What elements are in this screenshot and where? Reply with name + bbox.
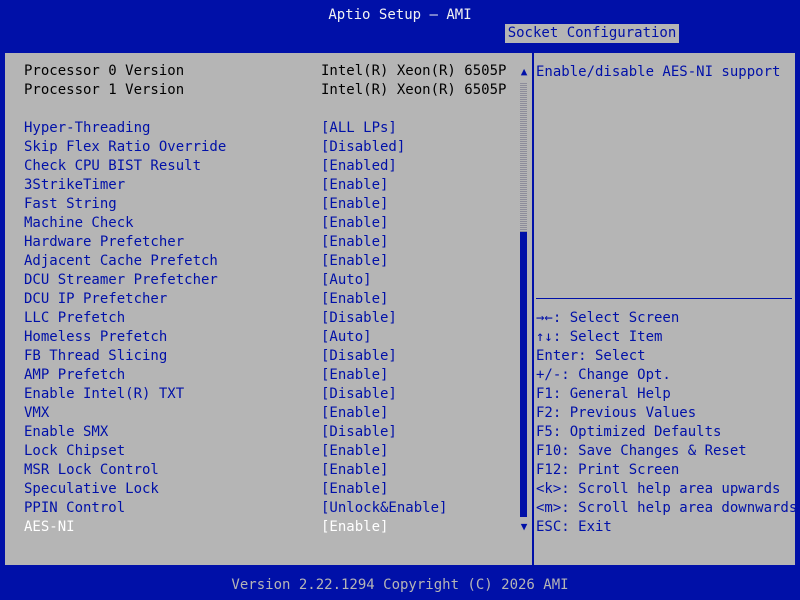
scroll-up-arrow-icon[interactable]: ▲ (519, 65, 529, 79)
setting-row[interactable]: 3StrikeTimer [Enable] (24, 176, 524, 195)
setting-value[interactable]: [Disable] (321, 309, 397, 328)
key-hint: F2: Previous Values (536, 405, 697, 421)
setting-row[interactable]: Fast String [Enable] (24, 195, 524, 214)
setting-label: DCU Streamer Prefetcher (24, 272, 218, 288)
setting-label: Processor 0 Version (24, 63, 185, 79)
setting-value[interactable]: [Enable] (321, 195, 388, 214)
setting-value[interactable]: [Disable] (321, 423, 397, 442)
setting-row[interactable]: Enable Intel(R) TXT [Disable] (24, 385, 524, 404)
setting-value: Intel(R) Xeon(R) 6505P (321, 82, 507, 98)
setting-value[interactable]: [Enable] (321, 252, 388, 271)
footer-bar: Version 2.22.1294 Copyright (C) 2026 AMI (0, 575, 800, 600)
setting-label: AMP Prefetch (24, 367, 126, 383)
setting-row[interactable]: FB Thread Slicing [Disable] (24, 347, 524, 366)
setting-row[interactable]: Enable SMX [Disable] (24, 423, 524, 442)
setting-label: AES-NI (24, 519, 75, 535)
setting-row[interactable]: DCU Streamer Prefetcher [Auto] (24, 271, 524, 290)
setting-label: MSR Lock Control (24, 462, 159, 478)
setting-value[interactable]: [Enable] (321, 480, 388, 499)
setting-row[interactable]: LLC Prefetch [Disable] (24, 309, 524, 328)
setting-value[interactable]: [Enable] (321, 366, 388, 385)
setting-value[interactable]: [Auto] (321, 271, 372, 290)
setting-row[interactable]: Check CPU BIST Result [Enabled] (24, 157, 524, 176)
key-hint: F10: Save Changes & Reset (536, 443, 747, 459)
setting-value[interactable]: [ALL LPs] (321, 119, 397, 138)
key-hint: +/-: Change Opt. (536, 367, 671, 383)
setting-label: FB Thread Slicing (24, 348, 168, 364)
version-text: Version 2.22.1294 Copyright (C) 2026 AMI (231, 577, 569, 593)
setting-value[interactable]: [Enable] (321, 461, 388, 480)
key-hint: <k>: Scroll help area upwards (536, 481, 781, 497)
info-row: Processor 0 Version Intel(R) Xeon(R) 6505… (24, 62, 524, 81)
setting-row[interactable]: Speculative Lock [Enable] (24, 480, 524, 499)
key-hint: F1: General Help (536, 386, 671, 402)
setting-label: Check CPU BIST Result (24, 158, 202, 174)
setting-label: VMX (24, 405, 50, 421)
setting-row[interactable]: PPIN Control [Unlock&Enable] (24, 499, 524, 518)
key-hint: ↑↓: Select Item (536, 329, 663, 345)
setting-value[interactable]: [Enable] (321, 233, 388, 252)
setting-label: 3StrikeTimer (24, 177, 126, 193)
setting-label: Enable Intel(R) TXT (24, 386, 185, 402)
setting-row[interactable]: MSR Lock Control [Enable] (24, 461, 524, 480)
title-bar: Aptio Setup – AMI Socket Configuration (0, 0, 800, 43)
setting-row[interactable]: Hardware Prefetcher [Enable] (24, 233, 524, 252)
info-row: Processor 1 Version Intel(R) Xeon(R) 6505… (24, 81, 524, 100)
setting-label: Machine Check (24, 215, 134, 231)
setting-label: Lock Chipset (24, 443, 126, 459)
scroll-down-arrow-icon[interactable]: ▼ (519, 520, 529, 534)
setting-label: Adjacent Cache Prefetch (24, 253, 218, 269)
setting-label: Hardware Prefetcher (24, 234, 185, 250)
setting-row[interactable]: Hyper-Threading [ALL LPs] (24, 119, 524, 138)
setup-panel: Processor 0 Version Intel(R) Xeon(R) 6505… (5, 53, 798, 565)
setting-label: Speculative Lock (24, 481, 159, 497)
setting-row[interactable]: Lock Chipset [Enable] (24, 442, 524, 461)
setting-label: Fast String (24, 196, 117, 212)
key-hint: F5: Optimized Defaults (536, 424, 722, 440)
setting-label: Enable SMX (24, 424, 109, 440)
setting-value[interactable]: [Unlock&Enable] (321, 499, 447, 518)
setting-row[interactable]: AES-NI [Enable] (24, 518, 524, 537)
setting-value[interactable]: [Enabled] (321, 157, 397, 176)
setting-value[interactable]: [Disabled] (321, 138, 405, 157)
setting-value[interactable]: [Disable] (321, 347, 397, 366)
app-title: Aptio Setup – AMI (328, 7, 472, 23)
key-hint: ESC: Exit (536, 519, 612, 535)
help-description: Enable/disable AES-NI support (536, 64, 781, 80)
setting-value[interactable]: [Auto] (321, 328, 372, 347)
key-hint: <m>: Scroll help area downwards (536, 500, 798, 516)
help-divider (536, 298, 792, 299)
setting-row[interactable]: Skip Flex Ratio Override [Disabled] (24, 138, 524, 157)
setting-value[interactable]: [Enable] (321, 290, 388, 309)
setting-row[interactable]: VMX [Enable] (24, 404, 524, 423)
setting-value[interactable]: [Enable] (321, 176, 388, 195)
setting-row[interactable]: AMP Prefetch [Enable] (24, 366, 524, 385)
tab-socket-configuration[interactable]: Socket Configuration (505, 24, 679, 43)
setting-value[interactable]: [Enable] (321, 442, 388, 461)
key-hint: F12: Print Screen (536, 462, 680, 478)
setting-value[interactable]: [Enable] (321, 518, 388, 537)
setting-label: PPIN Control (24, 500, 126, 516)
setting-value[interactable]: [Enable] (321, 404, 388, 423)
setting-row[interactable]: Machine Check [Enable] (24, 214, 524, 233)
setting-label: LLC Prefetch (24, 310, 126, 326)
setting-label: Homeless Prefetch (24, 329, 168, 345)
setting-value: Intel(R) Xeon(R) 6505P (321, 63, 507, 79)
key-hint: Enter: Select (536, 348, 646, 364)
scrollbar-thumb[interactable] (520, 232, 527, 517)
setting-label: Skip Flex Ratio Override (24, 139, 227, 155)
setting-label: Processor 1 Version (24, 82, 185, 98)
setting-value[interactable]: [Enable] (321, 214, 388, 233)
panel-divider (532, 53, 534, 565)
setting-label: DCU IP Prefetcher (24, 291, 168, 307)
key-hint: →←: Select Screen (536, 310, 680, 326)
setting-value[interactable]: [Disable] (321, 385, 397, 404)
setting-row[interactable]: Adjacent Cache Prefetch [Enable] (24, 252, 524, 271)
key-legend: →←: Select Screen ↑↓: Select Item Enter: S… (536, 309, 798, 537)
setting-label: Hyper-Threading (24, 120, 151, 136)
setting-row[interactable]: Homeless Prefetch [Auto] (24, 328, 524, 347)
setting-row[interactable]: DCU IP Prefetcher [Enable] (24, 290, 524, 309)
